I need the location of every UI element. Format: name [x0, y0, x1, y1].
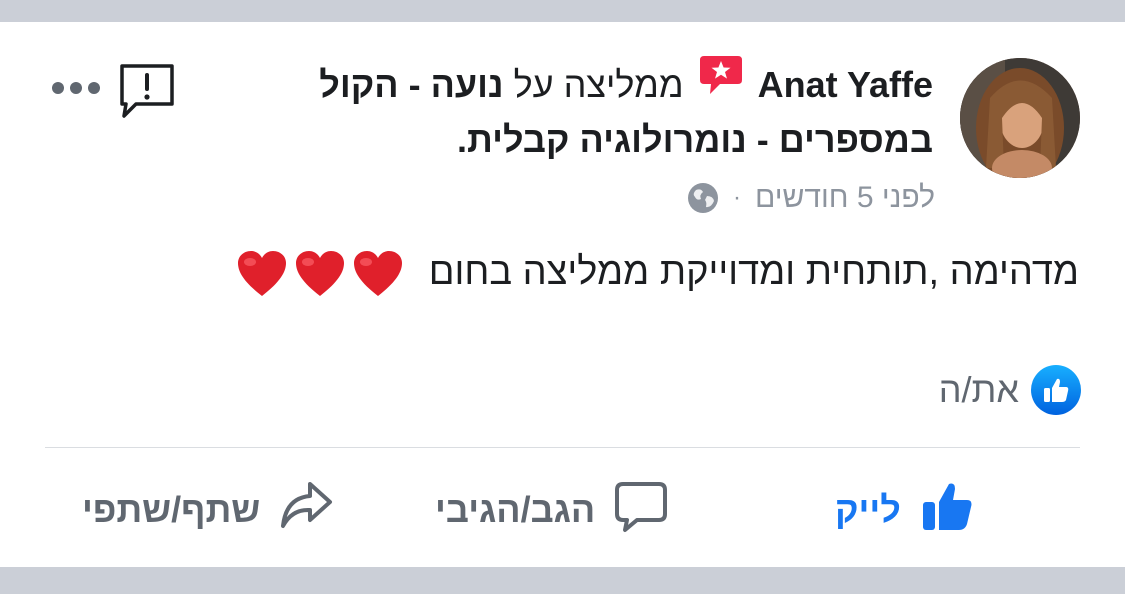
red-heart-icon: [354, 250, 403, 296]
reactions-summary[interactable]: את/ה: [939, 364, 1081, 416]
post-body: מדהימה ,תותחית ומדוייקת ממליצה בחום: [79, 244, 1079, 300]
comment-button[interactable]: הגב/הגיבי: [435, 460, 669, 560]
divider: [45, 447, 1080, 448]
post-header: Anat Yaffe ממליצה על נועה - הקול במספרים…: [233, 56, 933, 165]
author-name[interactable]: Anat Yaffe: [758, 64, 933, 105]
red-heart-icon: [296, 250, 345, 296]
share-button[interactable]: שתף/שתפי: [82, 460, 334, 560]
comment-label: הגב/הגיבי: [435, 489, 596, 530]
reactions-label: את/ה: [938, 369, 1019, 410]
meta-separator: ·: [732, 184, 741, 211]
recommendation-star-icon: [698, 54, 744, 109]
recommends-text: ממליצה על: [513, 64, 684, 106]
share-label: שתף/שתפי: [82, 489, 261, 530]
like-label: לייק: [835, 489, 901, 530]
more-options-icon[interactable]: [50, 78, 102, 103]
action-bar: לייק הגב/הגיבי שתף/שתפי: [45, 460, 1080, 560]
globe-icon[interactable]: [687, 182, 719, 214]
post-meta: לפני 5 חודשים ·: [687, 178, 935, 218]
report-icon[interactable]: [118, 62, 176, 125]
like-button[interactable]: לייק: [835, 460, 975, 560]
share-arrow-icon: [278, 478, 334, 543]
hearts-emoji-group: [236, 250, 404, 298]
post-body-text: מדהימה ,תותחית ומדוייקת ממליצה בחום: [428, 251, 1079, 293]
bottom-separator-band: [0, 567, 1125, 594]
top-separator-band: [0, 0, 1125, 22]
like-reaction-icon: [1031, 365, 1081, 415]
red-heart-icon: [238, 250, 287, 296]
comment-bubble-icon: [613, 478, 669, 543]
avatar[interactable]: [960, 58, 1080, 178]
timestamp[interactable]: לפני 5 חודשים: [755, 181, 935, 215]
thumbs-up-icon: [919, 478, 975, 543]
